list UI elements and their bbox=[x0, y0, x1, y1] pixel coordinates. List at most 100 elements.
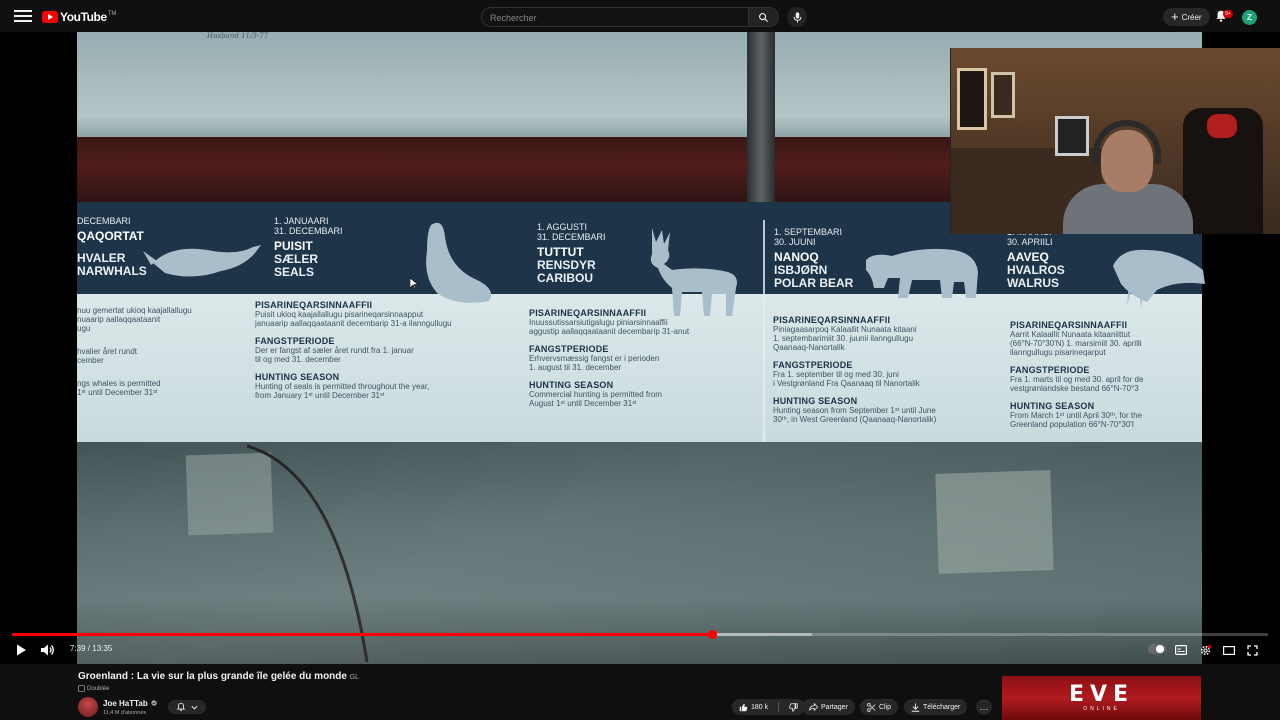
column-names: QAQORTAT HVALER NARWHALS bbox=[77, 230, 147, 278]
clip-button[interactable]: Clip bbox=[860, 699, 899, 715]
heading-hunting-season: HUNTING SEASON bbox=[529, 380, 614, 390]
dubbed-label: Doublée bbox=[87, 685, 110, 692]
hunting-text-en: Hunting season from September 1ˢᵗ until … bbox=[773, 406, 937, 424]
like-separator bbox=[778, 702, 780, 712]
headset-icon bbox=[1093, 120, 1161, 164]
hamburger-menu-icon[interactable] bbox=[14, 8, 32, 24]
download-label: Télécharger bbox=[923, 703, 961, 711]
plus-icon: + bbox=[1171, 9, 1179, 24]
verified-check-icon bbox=[151, 700, 157, 706]
top-bar: YouTube TM + Créer 9+ Z bbox=[0, 0, 1280, 32]
chair-accent bbox=[1207, 114, 1237, 138]
glass-reflection bbox=[77, 442, 1202, 664]
title-badge: GL bbox=[349, 674, 360, 681]
subscription-bell-button[interactable] bbox=[168, 700, 206, 714]
settings-button[interactable] bbox=[1199, 642, 1212, 658]
like-dislike-group: 180 k bbox=[732, 699, 806, 715]
heading-hunting-season: HUNTING SEASON bbox=[1010, 401, 1095, 411]
mouse-cursor-icon bbox=[410, 278, 418, 290]
name-english: POLAR BEAR bbox=[774, 276, 854, 290]
heading-fangstperiode: FANGSTPERIODE bbox=[773, 360, 853, 370]
progress-bar[interactable] bbox=[12, 630, 1268, 639]
hunting-text-en: ngs whales is permitted 1ˢᵗ until Decemb… bbox=[77, 379, 161, 397]
play-icon bbox=[17, 644, 26, 656]
video-title: Groenland : La vie sur la plus grande îl… bbox=[78, 671, 359, 682]
share-button[interactable]: Partager bbox=[802, 699, 855, 715]
like-button[interactable]: 180 k bbox=[732, 699, 775, 715]
hunting-text-en: Commercial hunting is permitted from Aug… bbox=[529, 390, 662, 408]
name-english: SEALS bbox=[274, 265, 315, 279]
progress-scrubber[interactable] bbox=[707, 630, 717, 639]
chevron-down-icon bbox=[191, 705, 198, 710]
column-dates: 1. SEPTEMBARI 30. JUUNI bbox=[774, 227, 843, 247]
column-seal: 1. JANUAARI 31. DECEMBARI PUISIT SÆLER S… bbox=[274, 216, 343, 279]
heading-pisarineqarsinnaaffii: PISARINEQARSINNAAFFII bbox=[1010, 320, 1128, 330]
notification-badge: 9+ bbox=[1223, 10, 1233, 18]
hunting-text-da: Fra 1. september til og med 30. juni i V… bbox=[773, 370, 920, 388]
search-box bbox=[481, 7, 749, 27]
column-names: TUTTUT RENSDYR CARIBOU bbox=[537, 246, 606, 285]
theater-mode-button[interactable] bbox=[1223, 642, 1235, 658]
volume-button[interactable] bbox=[41, 642, 55, 658]
column-dates: 1. AGGUSTI 31. DECEMBARI bbox=[537, 222, 606, 242]
info-block-narwhal: nuu gemertat ukioq kaajallallugu nuaarip… bbox=[77, 298, 247, 405]
name-kalaallisut: QAQORTAT bbox=[77, 229, 144, 243]
create-button[interactable]: + Créer bbox=[1163, 8, 1210, 26]
gear-icon bbox=[1200, 644, 1211, 655]
heading-hunting-season: HUNTING SEASON bbox=[255, 372, 340, 382]
video-title-text: Groenland : La vie sur la plus grande îl… bbox=[78, 671, 347, 682]
share-icon bbox=[809, 703, 818, 711]
fullscreen-button[interactable] bbox=[1247, 642, 1258, 658]
info-block-polar-bear: PISARINEQARSINNAAFFII Piniagaasarpoq Kal… bbox=[773, 315, 1003, 432]
wall-frame bbox=[957, 68, 987, 130]
youtube-logo[interactable]: YouTube TM bbox=[42, 10, 116, 24]
theater-icon bbox=[1223, 645, 1235, 655]
wall-scribble: Husband 11/3-77 bbox=[207, 32, 269, 40]
webcam-overlay bbox=[950, 48, 1280, 234]
hunting-text-kl: Puisit ukioq kaajallallugu pisarineqarsi… bbox=[255, 310, 452, 328]
hunting-text-da: hvalier året rundt cember bbox=[77, 347, 138, 365]
column-polar-bear: 1. SEPTEMBARI 30. JUUNI NANOQ ISBJØRN PO… bbox=[774, 227, 853, 290]
share-label: Partager bbox=[821, 703, 848, 711]
seal-icon bbox=[426, 222, 492, 303]
progress-played bbox=[12, 633, 712, 636]
eve-online-ad-banner[interactable]: EVE ONLINE bbox=[1002, 676, 1201, 720]
hunting-text-da: Der er fangst af sæler året rundt fra 1.… bbox=[255, 346, 414, 364]
logo-suffix: TM bbox=[107, 11, 117, 17]
logo-text: YouTube bbox=[60, 10, 107, 24]
play-button[interactable] bbox=[16, 642, 27, 658]
ad-tagline: ONLINE bbox=[1083, 706, 1120, 712]
hunting-text-kl: Aarrit Kalaallit Nunaata kitaaniittut (6… bbox=[1010, 330, 1142, 357]
heading-fangstperiode: FANGSTPERIODE bbox=[1010, 365, 1090, 375]
column-dates: 1. JANUAARI 31. DECEMBARI bbox=[274, 216, 343, 236]
column-names: NANOQ ISBJØRN POLAR BEAR bbox=[774, 251, 853, 290]
info-block-caribou: PISARINEQARSINNAAFFII Inuussutissarsiuti… bbox=[529, 308, 759, 416]
heading-pisarineqarsinnaaffii: PISARINEQARSINNAAFFII bbox=[529, 308, 647, 318]
column-dates: DECEMBARI bbox=[77, 216, 131, 226]
scissors-icon bbox=[867, 702, 876, 712]
heading-pisarineqarsinnaaffii: PISARINEQARSINNAAFFII bbox=[773, 315, 891, 325]
channel-avatar[interactable] bbox=[78, 697, 98, 717]
column-walrus: 1. MAARSI 30. APRIILI AAVEQ HVALROS WALR… bbox=[1007, 227, 1065, 290]
column-narwhal: DECEMBARI QAQORTAT HVALER NARWHALS bbox=[77, 216, 147, 278]
poster-divider bbox=[763, 220, 765, 460]
name-english: NARWHALS bbox=[77, 264, 147, 278]
wall-frame bbox=[1055, 116, 1089, 156]
account-avatar[interactable]: Z bbox=[1242, 10, 1257, 25]
volume-icon bbox=[41, 644, 54, 656]
download-button[interactable]: Télécharger bbox=[904, 699, 968, 715]
youtube-play-icon bbox=[42, 11, 58, 23]
voice-search-button[interactable] bbox=[787, 7, 807, 27]
more-actions-button[interactable]: … bbox=[976, 699, 992, 715]
microphone-icon bbox=[793, 11, 801, 23]
search-input[interactable] bbox=[482, 9, 748, 27]
hunting-text-kl: nuu gemertat ukioq kaajallallugu nuaarip… bbox=[77, 306, 192, 333]
subtitles-button[interactable] bbox=[1175, 642, 1187, 658]
translate-icon bbox=[78, 685, 85, 692]
download-icon bbox=[911, 702, 920, 712]
autoplay-toggle[interactable] bbox=[1148, 644, 1166, 654]
search-button[interactable] bbox=[749, 7, 779, 27]
hunting-text-da: Erhvervsmæssig fangst er i perioden 1. a… bbox=[529, 354, 660, 372]
channel-name[interactable]: Joe HaTTab bbox=[103, 699, 157, 708]
video-player[interactable]: Husband 11/3-77 DECEMBARI QAQORTAT HVALE… bbox=[0, 32, 1280, 664]
